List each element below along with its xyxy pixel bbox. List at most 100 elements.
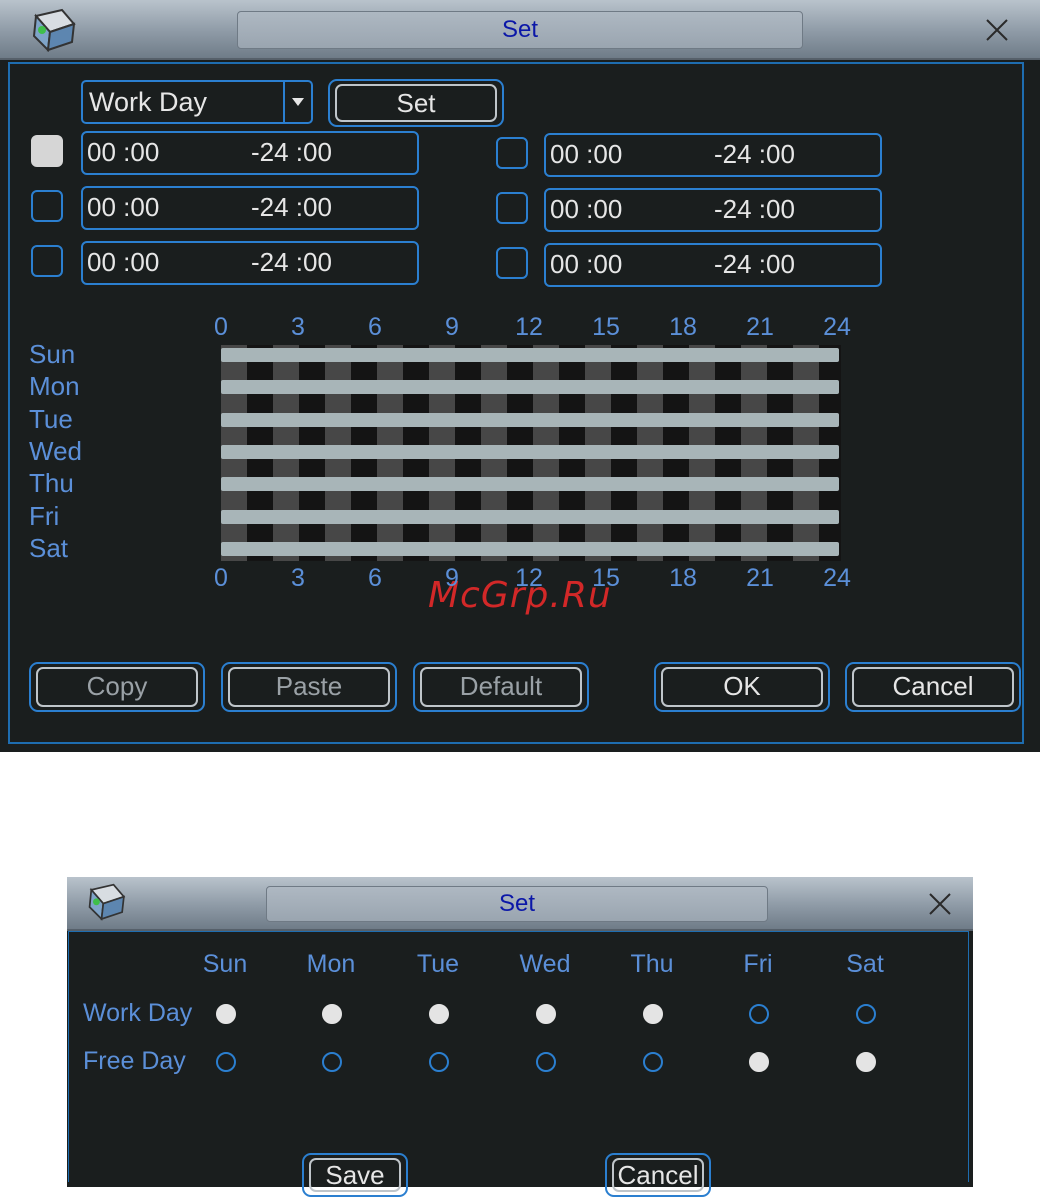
schedule-bar-fri[interactable] [221,509,839,524]
hour-label-top: 24 [823,313,851,341]
schedule-bar-tue[interactable] [221,412,839,427]
cube-logo-icon [32,8,76,52]
radio-work-day-mon[interactable] [322,1004,342,1024]
row-label: Work Day [83,999,193,1027]
column-header-wed: Wed [519,950,571,978]
radio-free-day-thu[interactable] [643,1052,663,1072]
radio-free-day-mon[interactable] [322,1052,342,1072]
period-start-time[interactable]: 00 :00 [87,243,159,281]
period-end-time[interactable]: -24 :00 [251,188,332,226]
radio-work-day-tue[interactable] [429,1004,449,1024]
schedule-bar-thu[interactable] [221,477,839,492]
day-label: Fri [29,500,60,531]
cube-logo-icon [88,883,126,921]
schedule-dialog: Set Work Day Set McGrp.Ru Copy Paste Def… [0,0,1040,752]
day-label: Wed [29,435,82,466]
dialog-title: Set [237,11,803,49]
hour-label-top: 3 [291,313,305,341]
period-end-time[interactable]: -24 :00 [251,243,332,281]
chevron-down-icon[interactable] [283,82,311,122]
hour-label-top: 9 [445,313,459,341]
hour-label-top: 18 [669,313,697,341]
hour-label-top: 6 [368,313,382,341]
period-end-time[interactable]: -24 :00 [714,245,795,283]
hour-label-bottom: 21 [746,564,774,592]
column-header-sat: Sat [846,950,884,978]
period-start-time[interactable]: 00 :00 [87,188,159,226]
day-label: Sat [29,532,69,563]
period-6-checkbox[interactable] [496,247,528,279]
period-6-time-field[interactable]: 00 :00 -24 :00 [544,243,882,287]
schedule-bar-sat[interactable] [221,541,839,556]
period-3-checkbox[interactable] [31,245,63,277]
day-label: Tue [29,403,73,434]
save-button[interactable]: Save [302,1153,408,1197]
radio-work-day-sun[interactable] [216,1004,236,1024]
hour-label-top: 12 [515,313,543,341]
row-label: Free Day [83,1047,186,1075]
copy-button[interactable]: Copy [29,662,205,712]
dialog-title: Set [266,886,768,922]
set-button[interactable]: Set [328,79,504,127]
hour-label-bottom: 0 [214,564,228,592]
period-5-checkbox[interactable] [496,192,528,224]
title-bar: Set [0,0,1040,60]
hour-label-top: 15 [592,313,620,341]
hour-label-bottom: 3 [291,564,305,592]
hour-label-bottom: 24 [823,564,851,592]
schedule-bar-mon[interactable] [221,380,839,395]
column-header-sun: Sun [202,950,248,978]
period-4-checkbox[interactable] [496,137,528,169]
cancel-button[interactable]: Cancel [605,1153,711,1197]
hour-label-bottom: 12 [515,564,543,592]
period-1-checkbox[interactable] [31,135,63,167]
radio-free-day-tue[interactable] [429,1052,449,1072]
radio-free-day-fri[interactable] [749,1052,769,1072]
day-type-dialog: Set Save Cancel Sun Mon Tue Wed Thu Fri Sat Wor… [67,877,973,1197]
period-1-time-field[interactable]: 00 :00 -24 :00 [81,131,419,175]
hour-label-bottom: 6 [368,564,382,592]
period-3-time-field[interactable]: 00 :00 -24 :00 [81,241,419,285]
day-label: Sun [29,339,76,369]
close-icon[interactable] [925,889,955,919]
ok-button[interactable]: OK [654,662,830,712]
schedule-bar-wed[interactable] [221,444,839,459]
period-type-select[interactable]: Work Day [81,80,313,124]
cancel-button[interactable]: Cancel [845,662,1021,712]
column-header-thu: Thu [630,950,674,978]
period-end-time[interactable]: -24 :00 [714,190,795,228]
column-header-tue: Tue [416,950,460,978]
close-icon[interactable] [982,15,1012,45]
period-end-time[interactable]: -24 :00 [251,133,332,171]
radio-work-day-wed[interactable] [536,1004,556,1024]
hour-label-top: 0 [214,313,228,341]
period-2-checkbox[interactable] [31,190,63,222]
period-5-time-field[interactable]: 00 :00 -24 :00 [544,188,882,232]
period-type-value: Work Day [89,87,208,117]
radio-free-day-sun[interactable] [216,1052,236,1072]
radio-work-day-fri[interactable] [749,1004,769,1024]
period-4-time-field[interactable]: 00 :00 -24 :00 [544,133,882,177]
hour-label-bottom: 15 [592,564,620,592]
radio-work-day-thu[interactable] [643,1004,663,1024]
period-start-time[interactable]: 00 :00 [87,133,159,171]
day-label: Thu [29,468,74,499]
hour-label-top: 21 [746,313,774,341]
radio-work-day-sat[interactable] [856,1004,876,1024]
radio-free-day-sat[interactable] [856,1052,876,1072]
period-2-time-field[interactable]: 00 :00 -24 :00 [81,186,419,230]
weekly-schedule-grid[interactable] [221,345,841,561]
default-button[interactable]: Default [413,662,589,712]
period-end-time[interactable]: -24 :00 [714,135,795,173]
period-start-time[interactable]: 00 :00 [550,190,622,228]
paste-button[interactable]: Paste [221,662,397,712]
day-label: Mon [29,371,80,402]
radio-free-day-wed[interactable] [536,1052,556,1072]
title-bar: Set [67,877,973,931]
schedule-bar-sun[interactable] [221,348,839,362]
period-start-time[interactable]: 00 :00 [550,245,622,283]
hour-label-bottom: 18 [669,564,697,592]
column-header-fri: Fri [743,950,773,978]
column-header-mon: Mon [306,950,356,978]
period-start-time[interactable]: 00 :00 [550,135,622,173]
